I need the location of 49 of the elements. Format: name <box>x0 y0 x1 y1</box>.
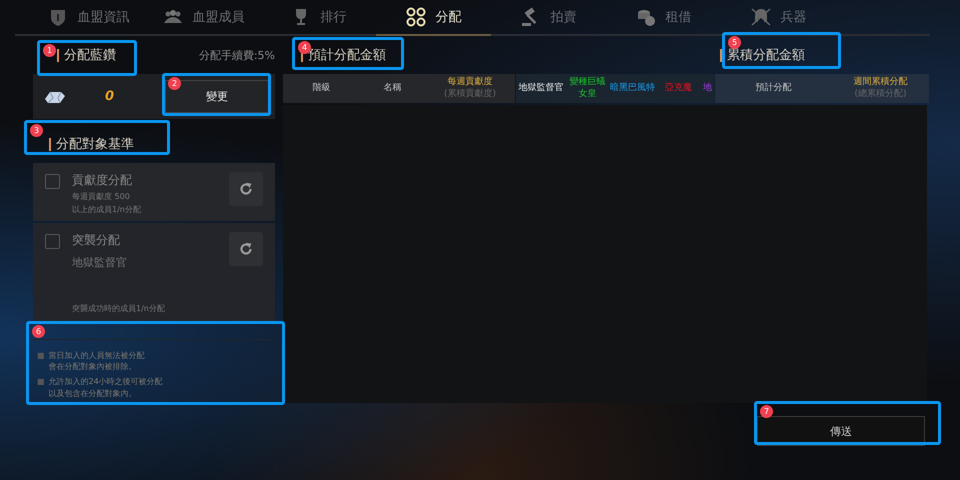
callout-number: 5 <box>728 36 741 49</box>
helmet-icon <box>750 7 770 27</box>
refresh-button[interactable] <box>229 172 263 206</box>
tab[interactable]: 租借 <box>606 0 721 36</box>
callout-number: 6 <box>32 325 45 338</box>
callout-number: 1 <box>43 44 56 57</box>
option-description: 每週貢獻度 500 <box>72 191 131 202</box>
diamond-amount: 0 <box>105 89 114 104</box>
callout-number: 3 <box>30 124 43 137</box>
column-header: 地獄監督官 <box>518 82 564 94</box>
option-title: 突襲分配 <box>72 232 121 249</box>
note-text: 以及包含在分配對象內。 <box>48 388 137 399</box>
column-header: 預計分配 <box>756 82 792 94</box>
diamond-icon <box>43 90 67 104</box>
coins-icon <box>636 7 656 27</box>
fee-text: 分配手續費:5% <box>198 48 275 62</box>
section-title: 分配藍鑽 <box>57 48 116 62</box>
column-header: 地 <box>703 82 712 94</box>
note-text: 允許加入的24小時之後可被分配 <box>48 376 163 388</box>
tab[interactable]: 分配 <box>376 0 491 36</box>
column-header: 亞克魔 <box>665 82 692 94</box>
tab[interactable]: 拍賣 <box>491 0 606 36</box>
column-subheader: (累積貢獻度) <box>444 88 496 100</box>
column-header: 階級 <box>312 82 330 94</box>
tab[interactable]: 血盟成員 <box>146 0 261 36</box>
callout-number: 7 <box>760 405 773 418</box>
option-description: 以上的成員1/n分配 <box>72 204 142 215</box>
column-header: 週間累積分配 <box>854 77 908 88</box>
bullet-icon: ■ <box>37 350 45 372</box>
checkbox[interactable] <box>45 174 60 189</box>
note-text: 會在分配對象內被排除。 <box>48 361 137 372</box>
tab[interactable]: 血盟資訊 <box>31 0 146 36</box>
note-text: 當日加入的人員無法被分配 <box>48 350 145 362</box>
refresh-button[interactable] <box>229 232 263 266</box>
column-header: 名稱 <box>384 82 402 94</box>
checkbox[interactable] <box>45 234 60 249</box>
send-button[interactable]: 傳送 <box>757 416 925 446</box>
circles-icon <box>406 7 426 27</box>
column-header: 暗黑巴風特 <box>610 82 655 94</box>
column-header: 每週貢獻度 <box>448 77 492 88</box>
option-title: 貢獻度分配 <box>72 172 133 189</box>
column-header: 變種巨蟻女皇 <box>568 77 606 100</box>
section-title: 分配對象基準 <box>49 138 275 151</box>
option-subtitle: 地獄監督官 <box>72 255 128 270</box>
bullet-icon: ■ <box>37 376 45 399</box>
column-subheader: (總累積分配) <box>854 88 907 100</box>
option-description: 突襲成功時的成員1/n分配 <box>72 303 166 314</box>
tab[interactable]: 排行 <box>261 0 376 36</box>
tab[interactable]: 兵器 <box>721 0 836 36</box>
